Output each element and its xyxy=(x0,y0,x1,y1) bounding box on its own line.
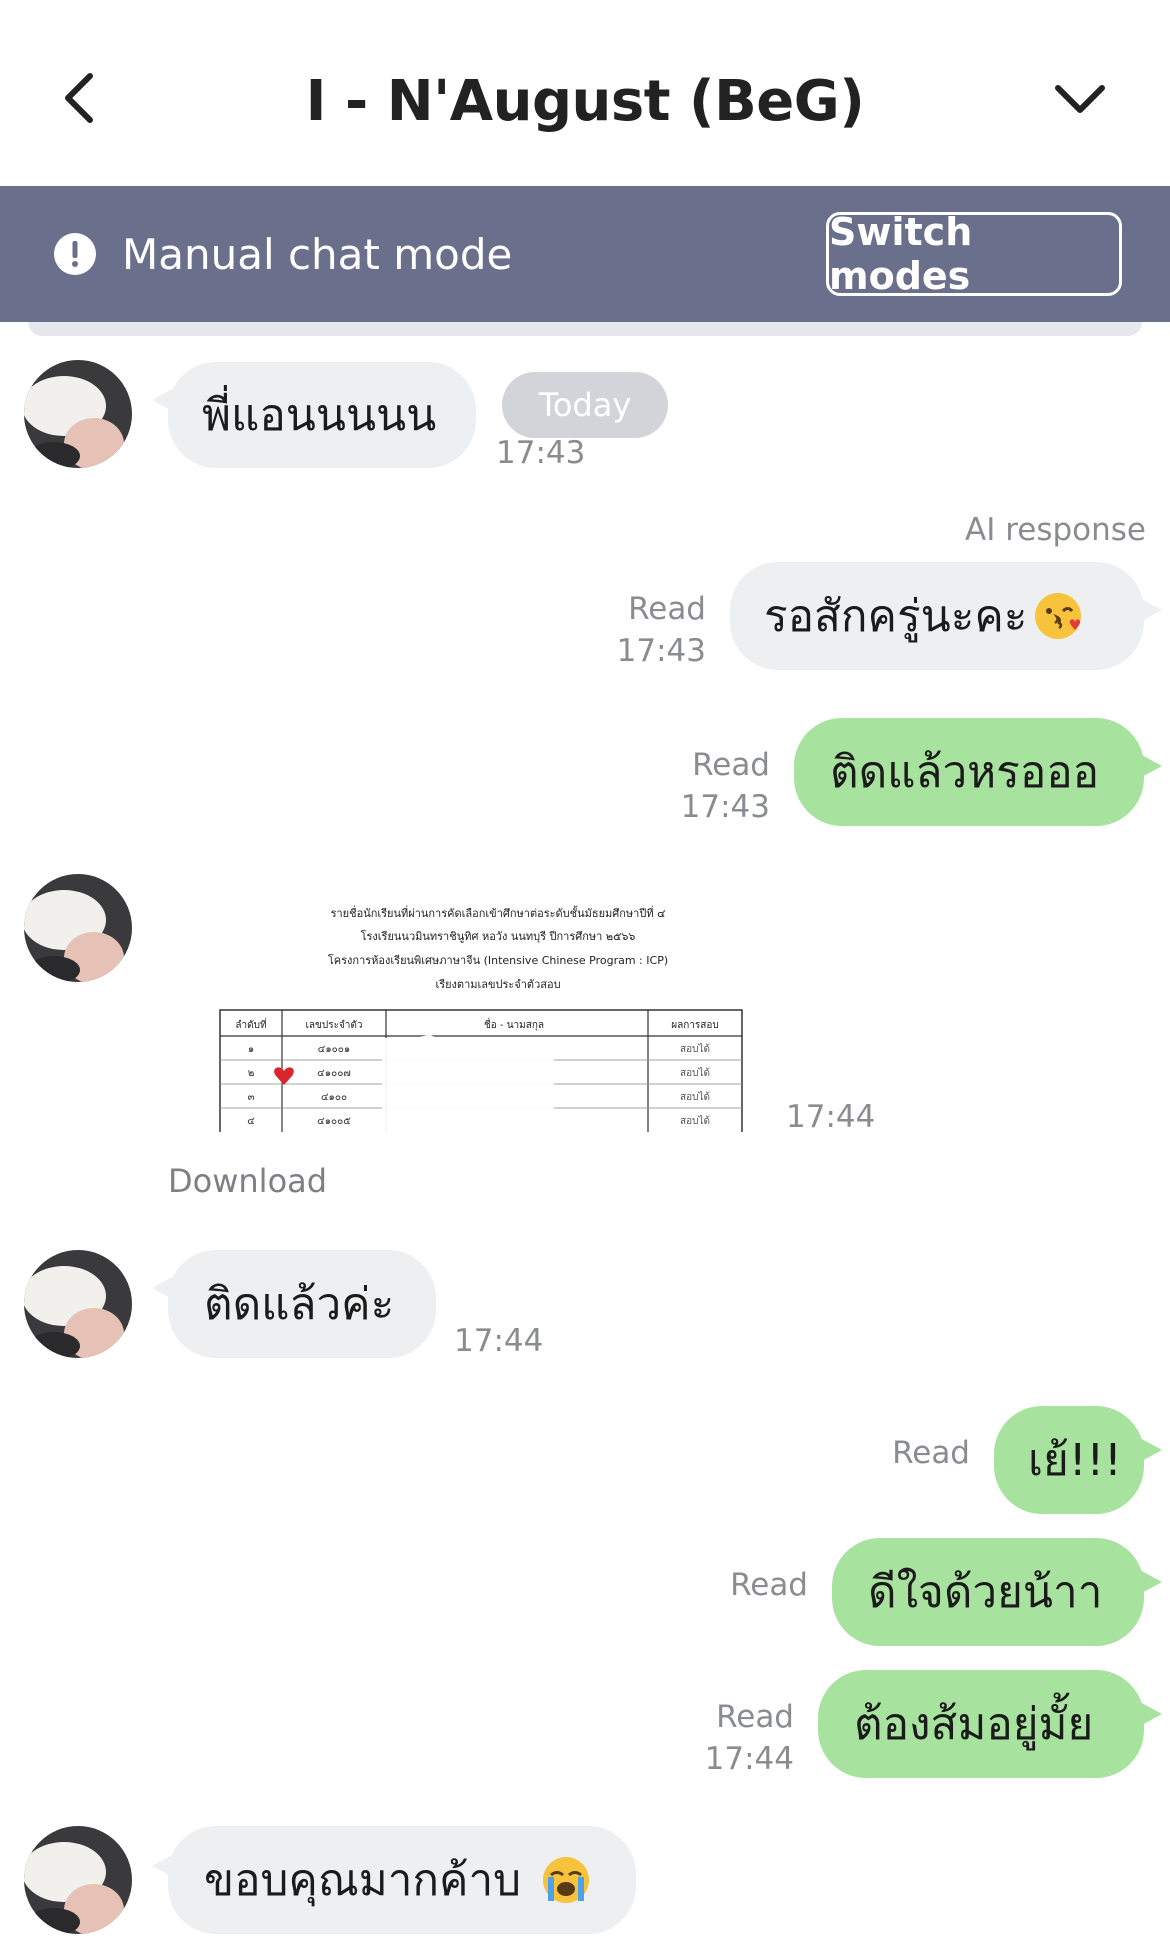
message-time: 17:44 xyxy=(704,1741,794,1777)
incoming-message[interactable]: ขอบคุณมากค้าบ xyxy=(168,1826,636,1934)
doc-cell: สอบได้ xyxy=(680,1091,710,1103)
doc-cell: ๔๑๐๐ xyxy=(321,1092,347,1103)
read-receipt: Read 17:44 xyxy=(705,1696,794,1780)
outgoing-message[interactable]: รอสักครู่นะคะ xyxy=(730,562,1144,670)
redaction-mark xyxy=(382,1034,554,1132)
mode-banner: Manual chat mode Switch modes xyxy=(0,186,1170,322)
message-text: ขอบคุณมากค้าบ xyxy=(204,1855,522,1906)
doc-line: เรียงตามเลขประจำตัวสอบ xyxy=(435,978,560,991)
alert-icon xyxy=(54,233,96,275)
banner-divider xyxy=(28,322,1142,336)
doc-cell: สอบได้ xyxy=(680,1115,710,1127)
doc-header-cell: เลขประจำตัว xyxy=(305,1020,362,1031)
doc-cell: ๔๑๐๐๗ xyxy=(317,1068,351,1079)
message-text: เย้!!! xyxy=(1028,1435,1122,1486)
date-divider: Today xyxy=(502,372,668,438)
mode-label: Manual chat mode xyxy=(122,229,513,279)
message-time: 17:44 xyxy=(786,1099,876,1135)
outgoing-message[interactable]: เย้!!! xyxy=(994,1406,1144,1514)
outgoing-message[interactable]: ติดแล้วหรอออ xyxy=(794,718,1144,826)
kissing-face-icon xyxy=(1035,593,1082,639)
doc-cell: ๔๑๐๐๕ xyxy=(317,1116,351,1127)
doc-cell: ๒ xyxy=(248,1068,255,1079)
outgoing-message[interactable]: ต้องส้มอยู่มั้ย xyxy=(818,1670,1144,1778)
expand-menu-button[interactable] xyxy=(1030,48,1130,148)
chat-screen: I - N'August (BeG) Manual chat mode Swit… xyxy=(0,0,1170,1946)
profile-photo-icon xyxy=(24,874,132,982)
chat-title: I - N'August (BeG) xyxy=(305,68,865,134)
avatar[interactable] xyxy=(24,1826,132,1934)
doc-header-cell: ลำดับที่ xyxy=(235,1017,266,1031)
doc-line: โรงเรียนนวมินทราชินูทิศ หอวัง นนทบุรี ปี… xyxy=(361,929,636,943)
back-button[interactable] xyxy=(40,48,120,148)
message-text: พี่แอนนนนน xyxy=(202,390,437,441)
doc-cell: ๓ xyxy=(248,1092,255,1103)
mode-indicator: Manual chat mode xyxy=(52,186,512,322)
doc-cell: ๔ xyxy=(247,1116,255,1127)
message-time: 17:43 xyxy=(616,633,706,669)
read-status: Read xyxy=(628,591,706,627)
profile-photo-icon xyxy=(24,360,132,468)
doc-header-cell: ชื่อ - นามสกุล xyxy=(484,1017,544,1031)
chat-header: I - N'August (BeG) xyxy=(0,0,1170,188)
incoming-message[interactable]: ติดแล้วค่ะ xyxy=(168,1250,436,1358)
message-time: 17:44 xyxy=(454,1323,544,1359)
loudly-crying-face-icon xyxy=(543,1857,590,1903)
doc-cell: ๔๑๐๐๑ xyxy=(318,1044,350,1055)
avatar[interactable] xyxy=(24,1250,132,1358)
read-status: Read xyxy=(692,747,770,783)
read-status: Read xyxy=(716,1699,794,1735)
document-preview: รายชื่อนักเรียนที่ผ่านการคัดเลือกเข้าศึก… xyxy=(214,880,754,1132)
message-time: 17:43 xyxy=(496,435,586,471)
read-receipt: Read 17:43 xyxy=(617,588,706,672)
profile-photo-icon xyxy=(24,1826,132,1934)
doc-line: โครงการห้องเรียนพิเศษภาษาจีน (Intensive … xyxy=(328,953,668,967)
message-text: รอสักครู่นะคะ xyxy=(764,591,1028,642)
doc-line: รายชื่อนักเรียนที่ผ่านการคัดเลือกเข้าศึก… xyxy=(331,905,666,920)
chevron-left-icon xyxy=(65,73,93,123)
read-status: Read xyxy=(892,1435,970,1471)
incoming-message[interactable]: พี่แอนนนนน xyxy=(168,362,476,468)
doc-cell: ๑ xyxy=(248,1044,254,1055)
doc-cell: สอบได้ xyxy=(680,1043,710,1055)
message-text: ติดแล้วหรอออ xyxy=(830,747,1100,798)
avatar[interactable] xyxy=(24,874,132,982)
chevron-down-icon xyxy=(1055,85,1105,113)
message-text: ต้องส้มอยู่มั้ย xyxy=(854,1699,1094,1750)
doc-header-cell: ผลการสอบ xyxy=(671,1020,719,1031)
doc-cell: สอบได้ xyxy=(680,1067,710,1079)
download-link[interactable]: Download xyxy=(168,1162,327,1200)
read-status: Read xyxy=(730,1567,808,1603)
message-time: 17:43 xyxy=(680,789,770,825)
ai-response-label: AI response xyxy=(964,512,1146,548)
switch-modes-button[interactable]: Switch modes xyxy=(826,210,1122,298)
message-text: ดีใจด้วยน้าา xyxy=(868,1567,1103,1618)
outgoing-message[interactable]: ดีใจด้วยน้าา xyxy=(832,1538,1144,1646)
message-text: ติดแล้วค่ะ xyxy=(204,1279,395,1330)
shared-document-image[interactable]: รายชื่อนักเรียนที่ผ่านการคัดเลือกเข้าศึก… xyxy=(214,880,754,1132)
avatar[interactable] xyxy=(24,360,132,468)
read-receipt: Read 17:43 xyxy=(681,744,770,828)
profile-photo-icon xyxy=(24,1250,132,1358)
